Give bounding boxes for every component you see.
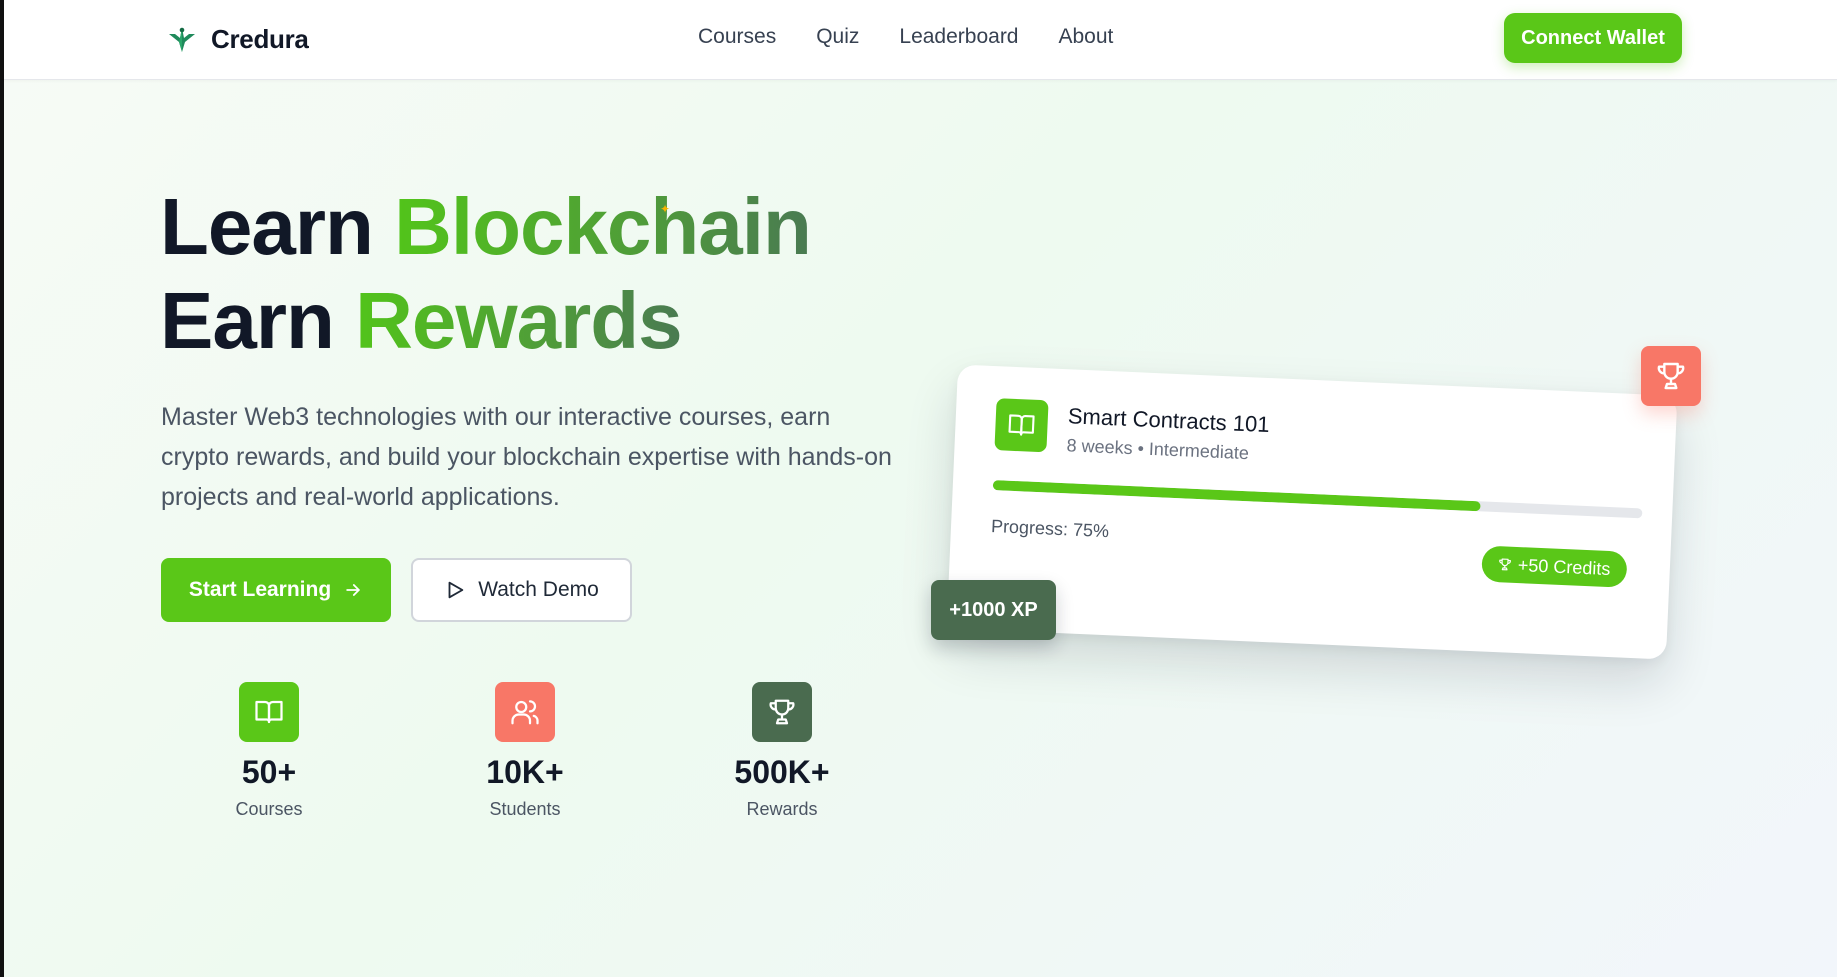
nav-link-courses[interactable]: Courses [698,25,776,49]
stat-rewards: 500K+ Rewards [692,682,872,820]
stat-courses-value: 50+ [241,754,297,790]
trophy-icon [769,699,795,725]
nav-link-quiz[interactable]: Quiz [816,25,859,49]
hero-title: Learn Blockchain Earn Rewards [160,180,812,368]
floating-trophy-badge [1641,346,1701,406]
stat-courses: 50+ Courses [179,682,359,820]
course-progress-text: Progress: 75% [990,516,1110,542]
course-book-icon-bg [994,398,1049,453]
course-progress-fill [992,480,1481,512]
credits-badge: +50 Credits [1481,545,1628,588]
stat-students-icon-bg [495,682,555,742]
top-navbar: Credura Courses Quiz Leaderboard About C… [4,0,1837,80]
connect-wallet-button[interactable]: Connect Wallet [1504,13,1682,63]
start-learning-button[interactable]: Start Learning [161,558,391,622]
start-learning-label: Start Learning [188,578,332,601]
stat-students-value: 10K+ [486,754,564,790]
arrow-right-icon [346,584,360,596]
main-nav: Courses Quiz Leaderboard About [698,25,1113,49]
course-title: Smart Contracts 101 [1067,403,1271,438]
book-icon [255,700,283,724]
book-icon [1008,414,1035,436]
brand[interactable]: Credura [165,22,309,56]
stat-students-label: Students [489,799,561,819]
credits-label: +50 Credits [1517,554,1611,579]
hero-description: Master Web3 technologies with our intera… [161,403,892,511]
course-card[interactable]: Smart Contracts 101 8 weeks • Intermedia… [946,364,1678,660]
hero-title-learn: Learn [160,182,395,271]
stat-courses-icon-bg [239,682,299,742]
stat-rewards-icon-bg [752,682,812,742]
hero-title-blockchain: Blockchain [394,182,812,271]
stat-courses-label: Courses [235,799,303,819]
users-icon [511,700,539,725]
window-left-edge [0,0,4,977]
stat-rewards-label: Rewards [746,799,818,819]
trophy-icon [1499,558,1511,571]
nav-link-about[interactable]: About [1059,25,1114,49]
brand-name: Credura [211,23,309,54]
hero-title-rewards: Rewards [355,276,682,365]
course-card-wrapper: Smart Contracts 101 8 weeks • Intermedia… [946,364,1678,660]
xp-badge: +1000 XP [931,580,1056,640]
watch-demo-button[interactable]: Watch Demo [411,558,632,622]
stat-students: 10K+ Students [435,682,615,820]
hero-title-earn: Earn [160,276,356,365]
nav-link-leaderboard[interactable]: Leaderboard [899,25,1018,49]
course-meta: 8 weeks • Intermediate [1066,435,1250,464]
course-progress-bar [992,480,1643,519]
stat-rewards-value: 500K+ [734,754,830,790]
play-icon [448,581,464,599]
watch-demo-label: Watch Demo [478,578,599,601]
eagle-logo-icon [169,27,195,52]
trophy-icon [1657,362,1685,390]
sparkle-icon: ✦ [660,202,671,216]
